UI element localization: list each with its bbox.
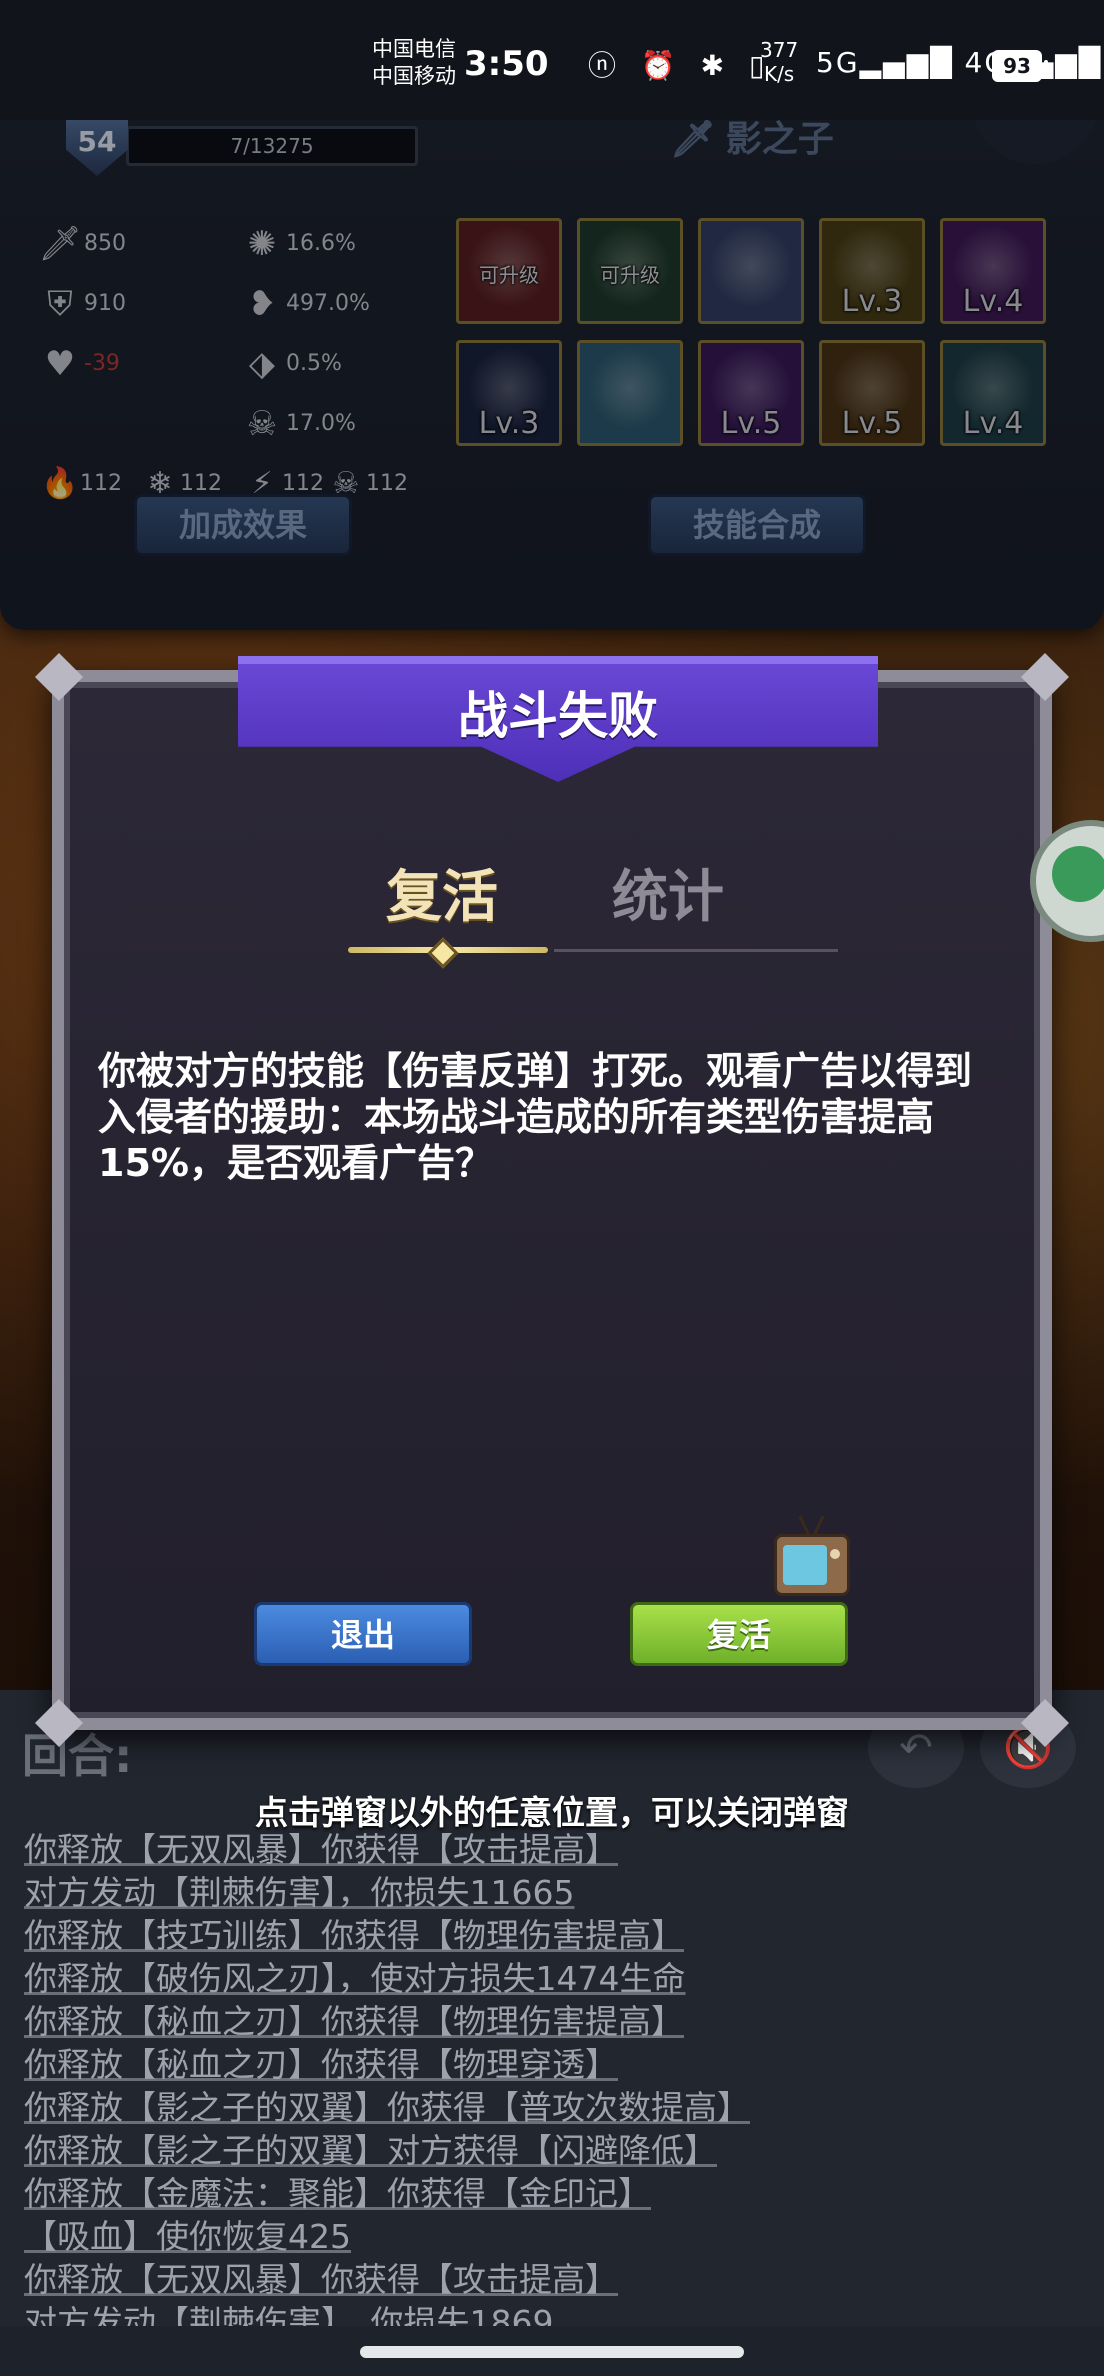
log-line: 你释放【破伤风之刃】，使对方损失1474生命 <box>24 1959 686 1998</box>
network-speed-unit: K/s <box>763 62 795 86</box>
tab-divider <box>554 949 838 952</box>
network-speed: 377 K/s <box>760 38 798 86</box>
log-line: 对方发动【荆棘伤害】，你损失11665 <box>24 1873 575 1912</box>
carrier-labels: 中国电信 中国移动 <box>372 36 456 90</box>
log-line: 你释放【技巧训练】你获得【物理伤害提高】 <box>24 1916 684 1955</box>
clock: 3:50 <box>464 44 549 84</box>
exit-button[interactable]: 退出 <box>254 1602 472 1666</box>
tab-indicator-diamond <box>427 937 459 969</box>
signal-icon: 5G▂▄▆█ 4G▂▄▆█ <box>816 46 1103 79</box>
log-line: 你释放【影之子的双翼】对方获得【闪避降低】 <box>24 2131 717 2170</box>
network-speed-value: 377 <box>760 38 799 62</box>
close-popup-hint: 点击弹窗以外的任意位置，可以关闭弹窗 <box>255 1793 849 1832</box>
battery-icon: 93 <box>992 50 1048 82</box>
log-lines: 你释放【无双风暴】你获得【攻击提高】 对方发动【荆棘伤害】，你损失11665 你释放… <box>24 1828 1084 2344</box>
log-line: 你释放【秘血之刃】你获得【物理伤害提高】 <box>24 2002 684 2041</box>
revive-button[interactable]: 复活 <box>630 1602 848 1666</box>
navigation-bar <box>0 2326 1104 2376</box>
carrier-1: 中国电信 <box>372 37 456 61</box>
status-bar: 中国电信 中国移动 3:50 ⓝ ⏰ ✱ ▯ 377 K/s 5G▂▄▆█ 4G… <box>0 0 1104 120</box>
log-line: 你释放【无双风暴】你获得【攻击提高】 <box>24 1830 618 1869</box>
defeat-message: 你被对方的技能【伤害反弹】打死。观看广告以得到入侵者的援助：本场战斗造成的所有类… <box>98 1049 973 1185</box>
carrier-2: 中国移动 <box>372 64 456 88</box>
log-line: 你释放【金魔法：聚能】你获得【金印记】 <box>24 2174 651 2213</box>
status-icons: ⓝ ⏰ ✱ ▯ <box>588 49 773 82</box>
battle-log[interactable]: 回合: ↶ 🔇 点击弹窗以外的任意位置，可以关闭弹窗 你释放【无双风暴】你获得【… <box>0 1690 1104 2342</box>
dialog-header-banner: 战斗失败 <box>238 656 878 782</box>
tab-stats[interactable]: 统计 <box>612 852 724 933</box>
battle-failed-dialog: 战斗失败 复活 统计 你被对方的技能【伤害反弹】打死。观看广告以得到入侵者的援助… <box>34 652 1070 1748</box>
log-line: 【吸血】使你恢复425 <box>24 2217 351 2256</box>
tab-revive[interactable]: 复活 <box>386 852 498 933</box>
home-indicator[interactable] <box>360 2346 744 2358</box>
dialog-title: 战斗失败 <box>458 687 658 745</box>
log-line: 你释放【无双风暴】你获得【攻击提高】 <box>24 2260 618 2299</box>
log-line: 你释放【影之子的双翼】你获得【普攻次数提高】 <box>24 2088 750 2127</box>
log-line: 你释放【秘血之刃】你获得【物理穿透】 <box>24 2045 618 2084</box>
tv-ad-icon <box>774 1515 850 1596</box>
